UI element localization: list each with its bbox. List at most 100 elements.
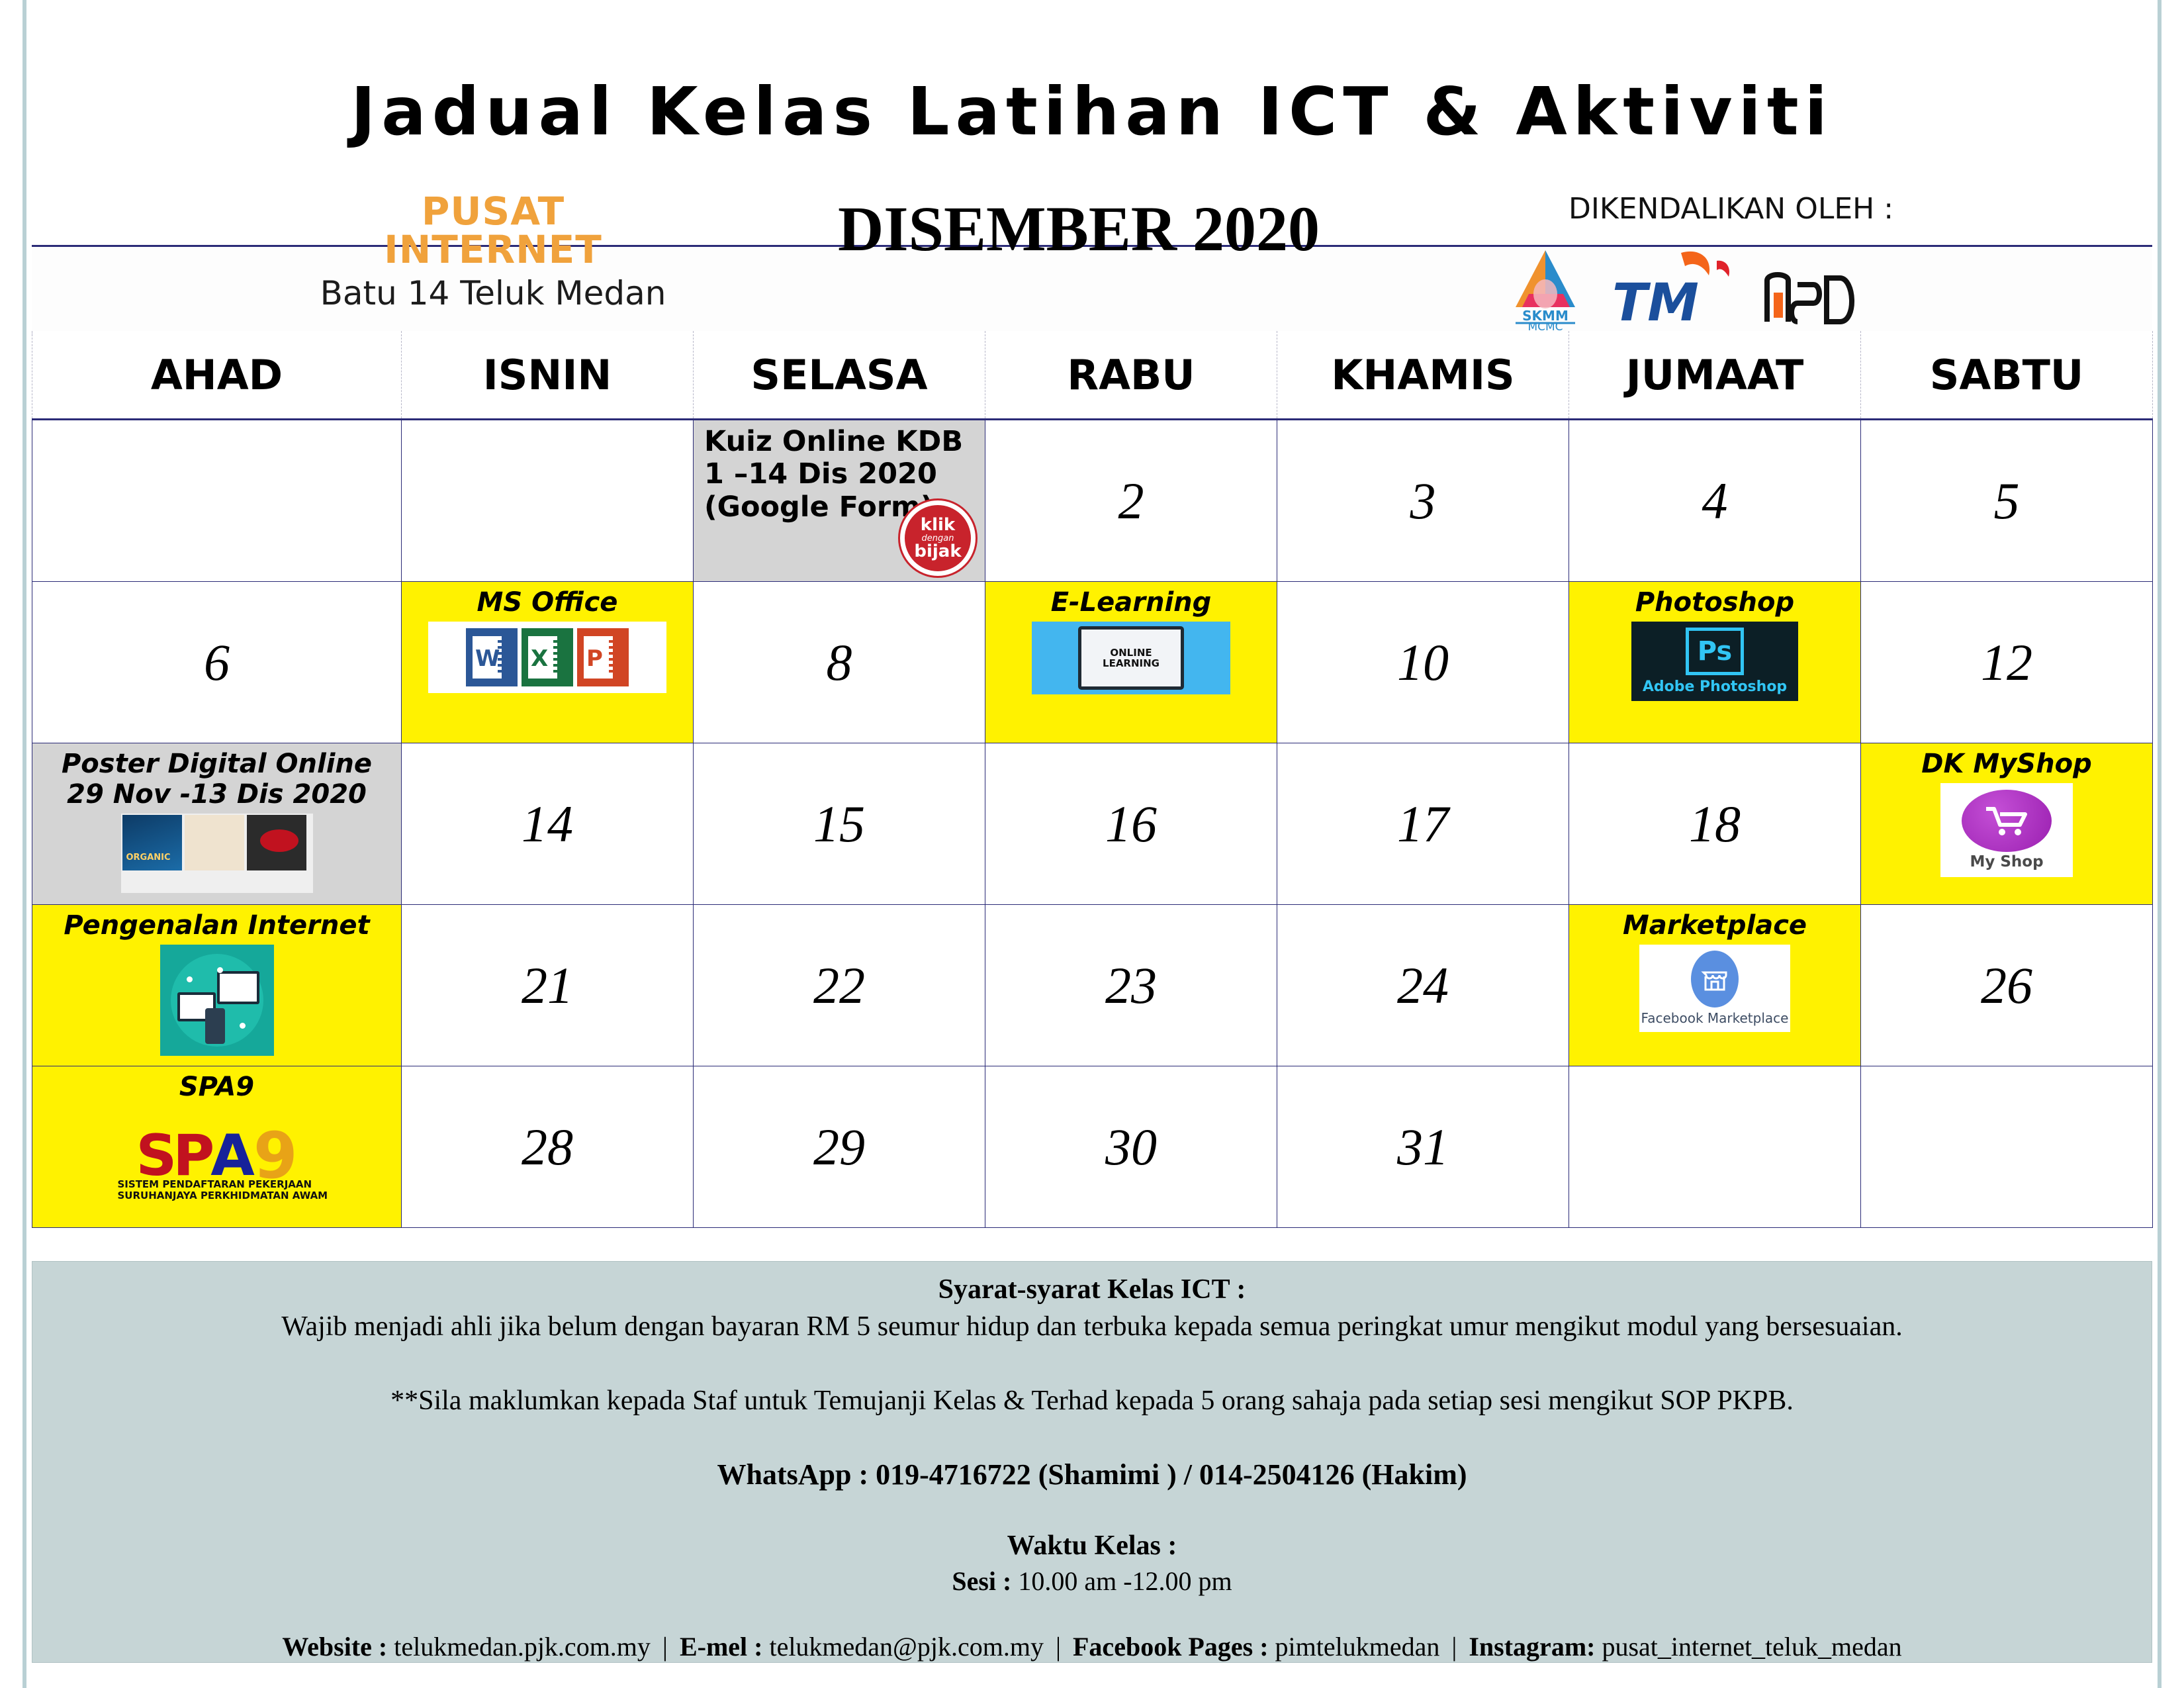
photoshop-mark: Ps <box>1697 636 1733 667</box>
event-label: Pengenalan Internet <box>64 910 370 941</box>
calendar-cell-marketplace[interactable]: Marketplace Facebook Marketplace <box>1569 904 1861 1066</box>
calendar-cell[interactable]: 6 <box>32 581 402 743</box>
powerpoint-letter: P <box>586 645 603 672</box>
calendar-cell[interactable] <box>401 419 694 582</box>
calendar-cell[interactable]: 10 <box>1277 581 1569 743</box>
contact-separator: | <box>1451 1632 1457 1662</box>
skmm-mcmc-logo: SKMM MCMC <box>1509 246 1588 334</box>
calendar-cell[interactable]: 17 <box>1277 743 1569 905</box>
event-poster-digital: Poster Digital Online 29 Nov -13 Dis 202… <box>32 743 401 904</box>
calendar-cell[interactable]: 16 <box>985 743 1277 905</box>
nsd-logo <box>1758 258 1864 331</box>
calendar-cell[interactable]: 12 <box>1860 581 2153 743</box>
event-e-learning: E-Learning ONLINE LEARNING <box>985 582 1277 743</box>
instagram-label: Instagram: <box>1469 1632 1596 1662</box>
facebook-marketplace-logo: Facebook Marketplace <box>1639 945 1790 1032</box>
calendar-cell[interactable]: 31 <box>1277 1066 1569 1228</box>
facebook-value[interactable]: pimtelukmedan <box>1275 1632 1440 1662</box>
instagram-value[interactable]: pusat_internet_teluk_medan <box>1602 1632 1901 1662</box>
calendar-cell-spa9[interactable]: SPA9 SP A 9 SISTEM PENDAFTARAN PEKERJAAN… <box>32 1066 402 1228</box>
calendar-cell-ms-office[interactable]: MS Office W X P <box>401 581 694 743</box>
page-title: Jadual Kelas Latihan ICT & Aktiviti <box>351 73 1833 150</box>
brand-line2: Batu 14 Teluk Medan <box>320 274 666 312</box>
photoshop-caption: Adobe Photoshop <box>1642 679 1788 695</box>
facebook-label: Facebook Pages : <box>1073 1632 1269 1662</box>
email-value[interactable]: telukmedan@pjk.com.my <box>769 1632 1044 1662</box>
event-label: Marketplace <box>1622 910 1807 941</box>
event-ms-office: MS Office W X P <box>402 582 693 743</box>
calendar-cell[interactable]: 24 <box>1277 904 1569 1066</box>
contact-separator: | <box>662 1632 668 1662</box>
event-label: E-Learning <box>1050 587 1212 618</box>
event-label: DK MyShop <box>1921 749 2092 779</box>
contact-separator: | <box>1055 1632 1061 1662</box>
poster-thumbnails <box>120 814 313 893</box>
calendar-cell[interactable]: 5 <box>1860 419 2153 582</box>
calendar-cell[interactable]: 21 <box>401 904 694 1066</box>
calendar-week-row: 6 MS Office W X P 8 E-Learning ONLINE LE… <box>32 581 2153 743</box>
calendar-cell[interactable]: 2 <box>985 419 1277 582</box>
ms-office-logo: W X P <box>428 622 666 693</box>
word-letter: W <box>475 645 500 672</box>
event-label: Photoshop <box>1635 587 1795 618</box>
calendar-cell[interactable]: 26 <box>1860 904 2153 1066</box>
footer-panel: Syarat-syarat Kelas ICT : Wajib menjadi … <box>32 1261 2152 1663</box>
calendar-cell-pengenalan-internet[interactable]: Pengenalan Internet <box>32 904 402 1066</box>
calendar-cell[interactable]: 3 <box>1277 419 1569 582</box>
calendar-table: AHAD ISNIN SELASA RABU KHAMIS JUMAAT SAB… <box>32 331 2153 1228</box>
right-rail <box>2158 0 2161 1688</box>
partner-logos: SKMM MCMC TM <box>1509 232 1919 334</box>
footer-condition: Wajib menjadi ahli jika belum dengan bay… <box>281 1311 1903 1342</box>
calendar-header-row: AHAD ISNIN SELASA RABU KHAMIS JUMAAT SAB… <box>32 331 2153 420</box>
sesi-label: Sesi : <box>952 1566 1012 1596</box>
month-title: DISEMBER 2020 <box>837 193 1320 264</box>
event-label: Poster Digital Online 29 Nov -13 Dis 202… <box>61 749 373 810</box>
footer-contact-line: Website : telukmedan.pjk.com.my | E-mel … <box>59 1631 2125 1662</box>
calendar-cell[interactable]: 28 <box>401 1066 694 1228</box>
calendar-week-row: Pengenalan Internet 21 22 23 24 Marketpl… <box>32 904 2153 1066</box>
event-pengenalan-internet: Pengenalan Internet <box>32 905 401 1066</box>
sesi-value: 10.00 am -12.00 pm <box>1018 1566 1232 1596</box>
shopping-cart-icon <box>1986 807 2027 835</box>
website-value[interactable]: telukmedan.pjk.com.my <box>394 1632 651 1662</box>
calendar-cell[interactable] <box>32 419 402 582</box>
calendar-cell[interactable]: 4 <box>1569 419 1861 582</box>
calendar-cell[interactable] <box>1860 1066 2153 1228</box>
calendar-cell-dk-myshop[interactable]: DK MyShop My Shop <box>1860 743 2153 905</box>
myshop-caption: My Shop <box>1970 853 2044 870</box>
klik-line1: klik <box>920 514 956 535</box>
day-header-rabu: RABU <box>985 331 1277 420</box>
spa9-subtitle: SISTEM PENDAFTARAN PEKERJAAN SURUHANJAYA… <box>117 1178 328 1201</box>
calendar-cell[interactable]: 23 <box>985 904 1277 1066</box>
calendar-cell-photoshop[interactable]: Photoshop Ps Adobe Photoshop <box>1569 581 1861 743</box>
marketplace-caption: Facebook Marketplace <box>1641 1010 1789 1026</box>
event-dk-myshop: DK MyShop My Shop <box>1861 743 2152 904</box>
storefront-icon <box>1701 971 1727 991</box>
day-header-isnin: ISNIN <box>401 331 694 420</box>
left-rail <box>23 0 26 1688</box>
calendar-cell[interactable]: 8 <box>693 581 985 743</box>
footer-heading: Syarat-syarat Kelas ICT : <box>938 1274 1246 1305</box>
calendar-cell[interactable]: 29 <box>693 1066 985 1228</box>
calendar-cell[interactable]: 18 <box>1569 743 1861 905</box>
calendar-cell[interactable] <box>1569 1066 1861 1228</box>
svg-text:MCMC: MCMC <box>1527 320 1563 331</box>
klik-dengan-bijak-badge: klik dengan bijak <box>900 500 976 576</box>
calendar-cell[interactable]: 30 <box>985 1066 1277 1228</box>
event-spa9: SPA9 SP A 9 SISTEM PENDAFTARAN PEKERJAAN… <box>32 1066 401 1227</box>
calendar-cell-kuiz-online[interactable]: Kuiz Online KDB 1 –14 Dis 2020 (Google F… <box>693 419 985 582</box>
calendar-cell-elearning[interactable]: E-Learning ONLINE LEARNING <box>985 581 1277 743</box>
day-header-selasa: SELASA <box>693 331 985 420</box>
email-label: E-mel : <box>679 1632 763 1662</box>
calendar-cell-poster-digital[interactable]: Poster Digital Online 29 Nov -13 Dis 202… <box>32 743 402 905</box>
svg-text:TM: TM <box>1612 273 1699 331</box>
calendar-cell[interactable]: 14 <box>401 743 694 905</box>
calendar-cell[interactable]: 22 <box>693 904 985 1066</box>
calendar-week-row: Poster Digital Online 29 Nov -13 Dis 202… <box>32 743 2153 905</box>
footer-note: **Sila maklumkan kepada Staf untuk Temuj… <box>390 1385 1794 1416</box>
event-label: MS Office <box>477 587 618 618</box>
calendar-cell[interactable]: 15 <box>693 743 985 905</box>
my-shop-logo: My Shop <box>1940 783 2073 877</box>
footer-sesi: Sesi : 10.00 am -12.00 pm <box>59 1566 2125 1597</box>
event-photoshop: Photoshop Ps Adobe Photoshop <box>1569 582 1860 743</box>
